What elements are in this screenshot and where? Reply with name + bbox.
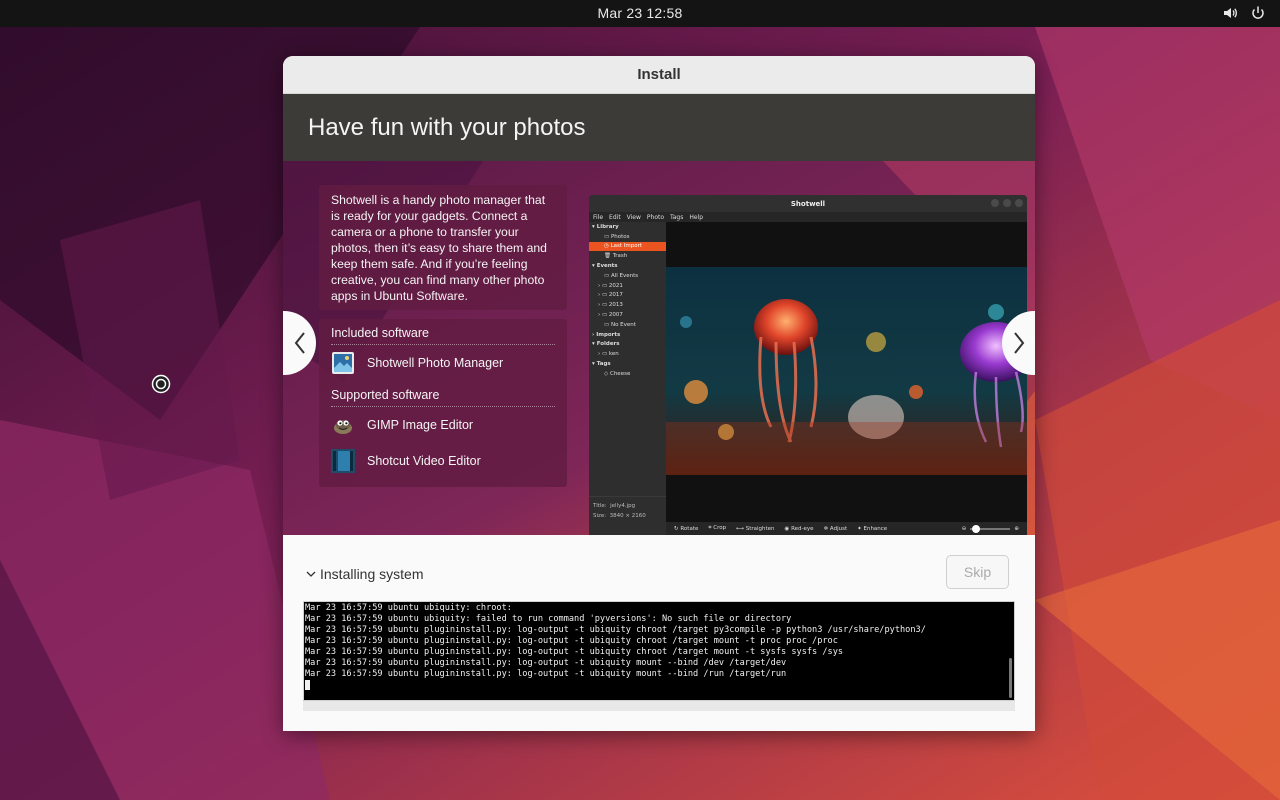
photo-size: 3840 × 2160	[609, 513, 646, 519]
shotwell-titlebar: Shotwell	[589, 195, 1027, 212]
log-line: Mar 23 16:57:59 ubuntu plugininstall.py:…	[305, 636, 838, 646]
photo-title: jelly4.jpg	[610, 503, 636, 509]
sidebar-item: › ▭ 2013	[598, 302, 623, 309]
menu-item: Edit	[609, 213, 621, 221]
shotwell-icon	[332, 352, 354, 374]
chevron-right-icon	[1013, 332, 1024, 354]
sidebar-item: › ▭ 2017	[598, 292, 623, 299]
chevron-left-icon	[294, 332, 305, 354]
sidebar-item: ▾ Library	[592, 223, 619, 230]
menu-item: View	[626, 213, 641, 221]
included-software-heading: Included software	[331, 323, 555, 345]
software-name: GIMP Image Editor	[367, 418, 474, 432]
window-title: Install	[283, 56, 1035, 94]
log-footer	[303, 701, 1015, 711]
sidebar-item: ▾ Events	[592, 263, 618, 270]
jellyfish-photo	[666, 222, 1027, 522]
log-line: Mar 23 16:57:59 ubuntu plugininstall.py:…	[305, 647, 844, 657]
log-line: Mar 23 16:57:59 ubuntu ubiquity: chroot:	[305, 603, 512, 613]
shotcut-icon	[331, 449, 355, 473]
installer-window: Install Have fun with your photos Shotwe…	[283, 56, 1035, 731]
menu-item: File	[593, 213, 604, 221]
power-icon[interactable]	[1250, 5, 1266, 21]
gimp-icon	[334, 420, 352, 434]
install-details-toggle[interactable]: Installing system	[305, 566, 423, 582]
shotwell-sidebar: ▾ Library ▭ Photos ◷ Last Import 🗑 Trash…	[589, 222, 666, 535]
sidebar-item: ▭ All Events	[604, 272, 639, 279]
list-item: Shotwell Photo Manager	[331, 345, 555, 381]
volume-icon[interactable]	[1222, 5, 1238, 21]
software-list: Included software Shotwell Photo Manager…	[319, 319, 567, 487]
toolbar-item: ⟷ Straighten	[736, 525, 775, 532]
shotwell-toolbar: ↻ Rotate ⌗ Crop ⟷ Straighten ◉ Red-eye ✲…	[666, 522, 1027, 535]
software-name: Shotcut Video Editor	[367, 454, 481, 468]
toolbar-item: ✲ Adjust	[823, 525, 848, 532]
menu-item: Help	[689, 213, 704, 221]
shotwell-screenshot: Shotwell File Edit View Photo Tags Help …	[589, 195, 1027, 535]
list-item: GIMP Image Editor	[331, 407, 555, 443]
log-scrollbar[interactable]	[1009, 658, 1012, 698]
terminal-cursor	[305, 680, 310, 690]
toolbar-item: ⌗ Crop	[708, 525, 727, 531]
system-tray[interactable]	[1222, 5, 1266, 21]
slide-heading: Have fun with your photos	[283, 94, 1035, 161]
sidebar-item: ◇ Cheese	[604, 370, 631, 377]
install-log[interactable]: Mar 23 16:57:59 ubuntu ubiquity: chroot:…	[303, 601, 1015, 701]
sidebar-item: › ▭ ken	[598, 351, 619, 358]
install-status-label: Installing system	[320, 566, 424, 582]
sidebar-item: 🗑 Trash	[604, 253, 628, 260]
software-name: Shotwell Photo Manager	[367, 356, 504, 370]
log-line: Mar 23 16:57:59 ubuntu plugininstall.py:…	[305, 658, 787, 668]
shotwell-menubar: File Edit View Photo Tags Help	[589, 212, 1027, 222]
zoom-slider: ⊖ ⊕	[961, 524, 1019, 533]
top-bar: Mar 23 12:58	[0, 0, 1280, 27]
install-progress-area: Installing system Skip Mar 23 16:57:59 u…	[283, 535, 1035, 731]
log-line: Mar 23 16:57:59 ubuntu plugininstall.py:…	[305, 625, 926, 635]
supported-software-heading: Supported software	[331, 385, 555, 407]
menu-item: Photo	[646, 213, 665, 221]
toolbar-item: ↻ Rotate	[674, 525, 699, 532]
skip-button[interactable]: Skip	[946, 555, 1009, 589]
list-item: Shotcut Video Editor	[331, 443, 555, 479]
log-line: Mar 23 16:57:59 ubuntu plugininstall.py:…	[305, 669, 787, 679]
slideshow: Shotwell is a handy photo manager that i…	[283, 161, 1035, 535]
shotwell-title: Shotwell	[790, 199, 826, 208]
window-buttons	[991, 199, 1023, 207]
clock[interactable]: Mar 23 12:58	[0, 5, 1280, 21]
photo-info: Title: jelly4.jpg Size: 3840 × 2160	[589, 496, 666, 534]
sidebar-item: › ▭ 2021	[598, 282, 623, 289]
sidebar-item: › ▭ 2007	[598, 312, 623, 319]
sidebar-item: ▾ Folders	[592, 341, 620, 348]
toolbar-item: ✦ Enhance	[857, 525, 888, 532]
sidebar-item-selected: ◷ Last Import	[589, 241, 666, 252]
sidebar-item: › Imports	[592, 331, 621, 338]
sidebar-item: ▭ Photos	[604, 233, 630, 240]
menu-item: Tags	[670, 213, 684, 221]
log-line: Mar 23 16:57:59 ubuntu ubiquity: failed …	[305, 614, 792, 624]
slide-description: Shotwell is a handy photo manager that i…	[319, 185, 567, 310]
sidebar-item: ▭ No Event	[604, 321, 636, 328]
busy-cursor-icon	[151, 374, 171, 394]
chevron-down-icon	[306, 571, 316, 577]
sidebar-item: ▾ Tags	[592, 361, 611, 368]
toolbar-item: ◉ Red-eye	[784, 525, 814, 532]
